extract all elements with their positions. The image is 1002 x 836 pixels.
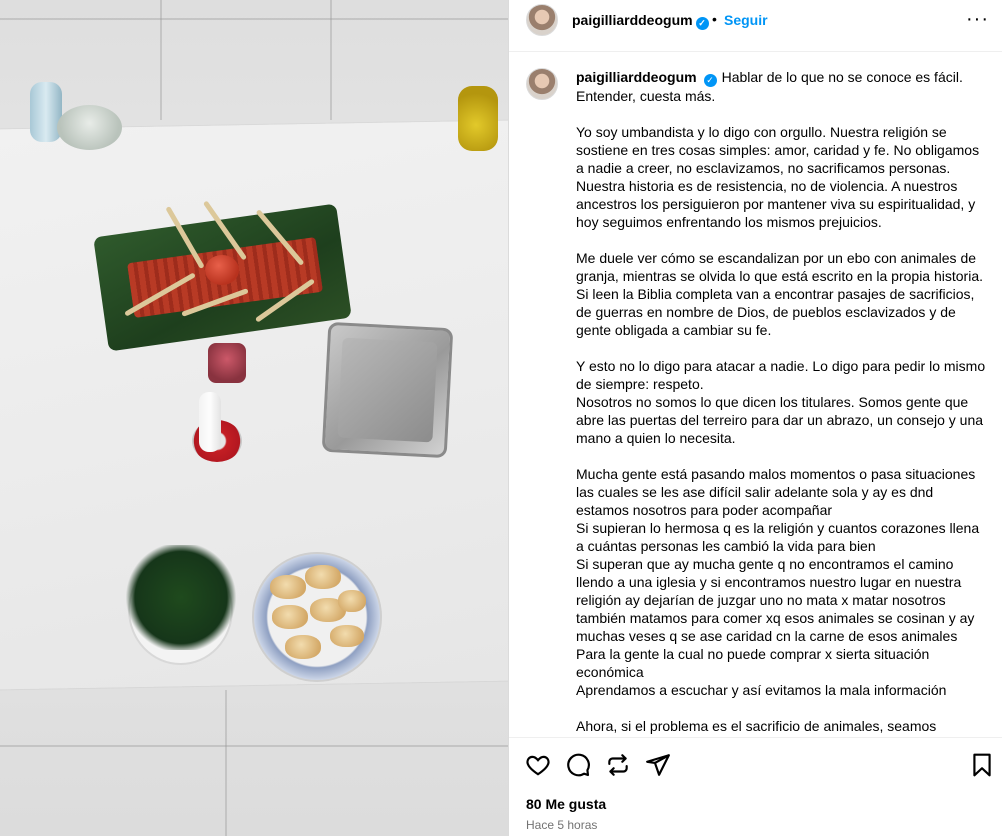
bread-slice xyxy=(270,575,306,599)
bread-slice xyxy=(272,605,308,629)
caption-paragraph: Ahora, si el problema es el sacrificio d… xyxy=(576,718,937,734)
post-timestamp[interactable]: Hace 5 horas xyxy=(526,818,597,832)
caption-paragraph: Yo soy umbandista y lo digo con orgullo.… xyxy=(576,124,980,230)
action-bar: 80 Me gusta Hace 5 horas xyxy=(509,737,1002,836)
small-bowl xyxy=(57,105,122,150)
leaf-parcels xyxy=(125,545,237,650)
verified-badge-icon: ✓ xyxy=(703,74,717,87)
floor-tile-line xyxy=(0,745,508,747)
bread-slice xyxy=(338,590,366,612)
caption-paragraph: Mucha gente está pasando malos momentos … xyxy=(576,466,980,698)
caption-paragraph: Y esto no lo digo para atacar a nadie. L… xyxy=(576,358,986,446)
author-username-wrap[interactable]: paigilliarddeogum ✓ xyxy=(572,12,709,30)
metal-tray xyxy=(321,321,454,459)
author-username[interactable]: paigilliarddeogum xyxy=(572,12,693,28)
more-icon[interactable]: ··· xyxy=(966,8,989,31)
bookmark-icon[interactable] xyxy=(969,752,995,778)
bread-slice xyxy=(330,625,364,647)
white-candle xyxy=(199,392,221,452)
caption-author-avatar[interactable] xyxy=(526,68,558,100)
caption-username[interactable]: paigilliarddeogum xyxy=(576,69,697,85)
follow-button[interactable]: Seguir xyxy=(724,12,768,28)
comments-section[interactable]: paigilliarddeogum ✓ Hablar de lo que no se… xyxy=(509,53,1002,737)
floor-tile-line xyxy=(0,18,508,20)
separator-dot: • xyxy=(712,11,717,27)
repost-icon[interactable] xyxy=(605,752,631,778)
apple xyxy=(205,255,239,285)
floor-tile-line xyxy=(160,0,162,120)
post-caption: paigilliarddeogum ✓ Hablar de lo que no se… xyxy=(576,68,988,737)
post-header: paigilliarddeogum ✓ • Seguir ··· xyxy=(509,0,1002,52)
bread-slice xyxy=(285,635,321,659)
post-panel: paigilliarddeogum ✓ • Seguir ··· paigilli… xyxy=(508,0,1002,836)
comment-icon[interactable] xyxy=(565,752,591,778)
floor-tile-line xyxy=(330,0,332,120)
likes-count[interactable]: 80 Me gusta xyxy=(526,796,606,812)
bread-slice xyxy=(305,565,341,589)
red-cup xyxy=(208,343,246,383)
share-icon[interactable] xyxy=(645,752,671,778)
verified-badge-icon: ✓ xyxy=(695,17,709,30)
author-avatar[interactable] xyxy=(526,4,558,36)
yellow-bottle xyxy=(458,86,498,151)
caption-paragraph: paigilliarddeogum ✓ Hablar de lo que no se… xyxy=(576,68,988,105)
caption-paragraph: Me duele ver cómo se escandalizan por un… xyxy=(576,250,983,338)
heart-icon[interactable] xyxy=(525,752,551,778)
floor-tile-line xyxy=(225,690,227,836)
post-media-image[interactable] xyxy=(0,0,508,836)
